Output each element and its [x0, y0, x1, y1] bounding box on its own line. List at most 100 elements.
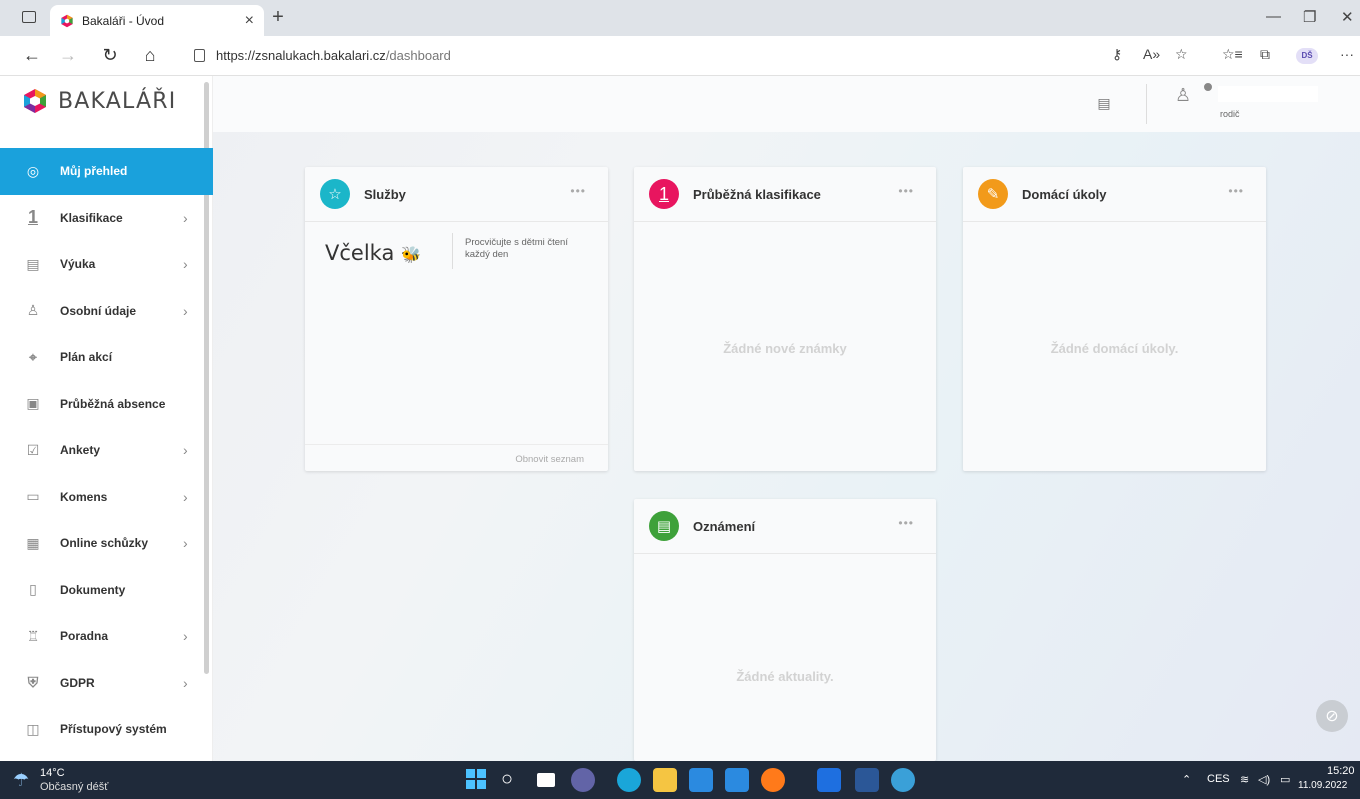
show-hidden-icons-icon[interactable]: ⌃	[1182, 773, 1191, 786]
teams-chat-icon[interactable]	[571, 768, 595, 792]
card-header: ☆ Služby •••	[305, 167, 608, 222]
dropbox-icon[interactable]	[817, 768, 841, 792]
user-avatar-icon[interactable]: ♙	[1175, 85, 1205, 115]
sidebar-item-pristupovy-system[interactable]: ◫ Přístupový systém	[0, 706, 213, 753]
sidebar-item-prubezna-absence[interactable]: ▣ Průběžná absence	[0, 381, 213, 428]
key-icon[interactable]: ⚷	[1112, 46, 1122, 63]
vcelka-service-link[interactable]: Včelka 🐝	[325, 241, 421, 265]
sidebar-item-poradna[interactable]: ♖ Poradna ›	[0, 613, 213, 660]
profile-avatar[interactable]: DŠ	[1296, 48, 1318, 64]
pencil-note-icon: ✎	[978, 179, 1008, 209]
sidebar-item-komens[interactable]: ▭ Komens ›	[0, 474, 213, 521]
gauge-icon: ◎	[26, 162, 40, 179]
add-favorite-icon[interactable]: ☆	[1175, 46, 1188, 63]
file-explorer-icon[interactable]	[653, 768, 677, 792]
tab-title: Bakaláři - Úvod	[82, 13, 165, 28]
grades-card: 1 Průběžná klasifikace ••• Žádné nové zn…	[634, 167, 936, 471]
battery-icon[interactable]: ▭	[1280, 773, 1290, 786]
tab-actions-icon[interactable]	[22, 11, 36, 23]
chevron-right-icon: ›	[183, 674, 188, 691]
new-tab-button[interactable]: +	[264, 6, 292, 29]
chevron-right-icon: ›	[183, 535, 188, 552]
card-header: ✎ Domácí úkoly •••	[963, 167, 1266, 222]
url-path: /dashboard	[385, 48, 451, 63]
logo[interactable]: BAKALÁŘI	[22, 88, 176, 114]
umbrella-rain-icon[interactable]: ☂	[13, 770, 29, 791]
more-menu-icon[interactable]: ···	[1340, 46, 1354, 62]
shield-icon: ⛨	[27, 674, 39, 691]
chat-icon: ▭	[26, 488, 40, 505]
back-icon[interactable]: ←	[20, 45, 44, 66]
sidebar-item-label: Průběžná absence	[60, 396, 166, 411]
service-description: Procvičujte s dětmi čtení každý den	[465, 237, 568, 260]
sidebar-item-plan-akci[interactable]: ⌖ Plán akcí	[0, 334, 213, 381]
card-menu-icon[interactable]: •••	[898, 184, 914, 198]
messages-icon[interactable]: ▤	[1093, 92, 1115, 114]
input-language[interactable]: CES	[1207, 773, 1230, 785]
sidebar-item-label: Ankety	[60, 443, 101, 458]
lock-icon[interactable]	[194, 49, 205, 62]
chevron-right-icon: ›	[183, 209, 188, 226]
sidebar-menu: ◎ Můj přehled 1 Klasifikace › ▤ Výuka › …	[0, 148, 213, 753]
volume-icon[interactable]: ◁)	[1258, 773, 1270, 786]
refresh-icon[interactable]: ↻	[98, 45, 122, 66]
tab-close-icon[interactable]: ×	[245, 12, 254, 30]
clock-time[interactable]: 15:20	[1327, 765, 1355, 777]
sidebar-item-dokumenty[interactable]: ▯ Dokumenty	[0, 567, 213, 614]
refresh-list-link[interactable]: Obnovit seznam	[305, 444, 608, 471]
address-bar: ← → ↻ ⌂ https://zsnalukach.bakalari.cz/d…	[0, 36, 1360, 76]
mail-icon[interactable]	[725, 768, 749, 792]
url-field[interactable]: https://zsnalukach.bakalari.cz/dashboard	[216, 48, 451, 63]
status-dot	[1202, 81, 1214, 93]
sidebar-item-label: GDPR	[60, 675, 95, 690]
card-menu-icon[interactable]: •••	[1228, 184, 1244, 198]
sidebar-item-gdpr[interactable]: ⛨ GDPR ›	[0, 660, 213, 707]
empty-message: Žádné domácí úkoly.	[1050, 341, 1179, 356]
sidebar-item-label: Můj přehled	[60, 164, 128, 179]
read-aloud-icon[interactable]: A»	[1143, 46, 1160, 62]
collections-icon[interactable]: ⧉	[1260, 46, 1270, 63]
topbar-divider	[1146, 84, 1147, 124]
sidebar-item-klasifikace[interactable]: 1 Klasifikace ›	[0, 195, 213, 242]
bakalari-favicon-icon	[61, 14, 73, 27]
word-icon[interactable]	[855, 768, 879, 792]
browser-tab-bar: Bakaláři - Úvod × + — ❐ ✕	[0, 0, 1360, 36]
sidebar-item-vyuka[interactable]: ▤ Výuka ›	[0, 241, 213, 288]
grade-one-icon: 1	[27, 207, 38, 228]
forward-icon[interactable]: →	[56, 45, 80, 66]
grade-one-icon: 1	[649, 179, 679, 209]
edge-icon[interactable]	[617, 768, 641, 792]
sidebar-item-online-schuzky[interactable]: ▦ Online schůzky ›	[0, 520, 213, 567]
bakalari-logo-icon	[24, 89, 46, 113]
card-menu-icon[interactable]: •••	[898, 516, 914, 530]
firefox-icon[interactable]	[761, 768, 785, 792]
clock-date[interactable]: 11.09.2022	[1298, 780, 1347, 791]
windows-start-icon[interactable]	[465, 768, 489, 792]
favorites-icon[interactable]: ☆≡	[1222, 46, 1243, 63]
card-menu-icon[interactable]: •••	[570, 184, 586, 198]
absence-icon: ▣	[26, 395, 40, 412]
hide-eye-icon[interactable]: ⊘	[1316, 700, 1348, 732]
weather-description[interactable]: Občasný déšť	[40, 781, 108, 793]
task-view-icon[interactable]	[537, 773, 555, 787]
restore-icon[interactable]: ❐	[1303, 8, 1316, 26]
user-name-redacted[interactable]	[1218, 86, 1318, 102]
minimize-icon[interactable]: —	[1266, 8, 1281, 25]
video-meeting-icon: ▦	[26, 534, 40, 551]
user-role: rodič	[1220, 109, 1240, 119]
sidebar-item-ankety[interactable]: ☑ Ankety ›	[0, 427, 213, 474]
sidebar-item-muj-prehled[interactable]: ◎ Můj přehled	[0, 148, 213, 195]
window-close-icon[interactable]: ✕	[1341, 8, 1354, 26]
weather-temperature[interactable]: 14°C	[40, 767, 65, 779]
services-card: ☆ Služby ••• Včelka 🐝 Procvičujte s dětm…	[305, 167, 608, 471]
search-icon[interactable]: ○	[501, 768, 525, 792]
paint-icon[interactable]	[891, 768, 915, 792]
browser-tab[interactable]: Bakaláři - Úvod ×	[50, 5, 264, 36]
wifi-icon[interactable]: ≋	[1240, 773, 1249, 786]
store-icon[interactable]	[689, 768, 713, 792]
star-icon: ☆	[320, 179, 350, 209]
home-icon[interactable]: ⌂	[138, 45, 162, 66]
sidebar-item-label: Klasifikace	[60, 210, 123, 225]
sidebar-item-osobni-udaje[interactable]: ♙ Osobní údaje ›	[0, 288, 213, 335]
vcelka-name: Včelka	[325, 241, 395, 265]
